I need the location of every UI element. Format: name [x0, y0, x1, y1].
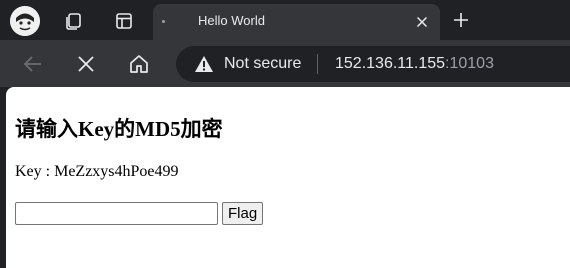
avatar-icon: [10, 6, 40, 36]
stop-button[interactable]: [72, 50, 100, 78]
security-status[interactable]: Not secure: [224, 55, 301, 73]
url-port: :10103: [445, 55, 494, 72]
address-bar[interactable]: Not secure 152.136.11.155:10103: [176, 46, 570, 82]
page-viewport: 请输入Key的MD5加密 Key : MeZzxys4hPoe499 Flag: [6, 87, 570, 268]
flag-button[interactable]: Flag: [222, 202, 264, 225]
warning-icon[interactable]: [194, 55, 214, 73]
page-heading: 请输入Key的MD5加密: [15, 117, 223, 141]
tab-actions-icon[interactable]: [110, 7, 138, 35]
key-text: Key : MeZzxys4hPoe499: [15, 163, 179, 180]
back-button[interactable]: [19, 50, 47, 78]
stop-close-icon: [78, 56, 94, 72]
loading-favicon-icon: [162, 20, 165, 23]
omnibox-divider: [317, 54, 318, 74]
url-text[interactable]: 152.136.11.155:10103: [335, 55, 494, 73]
browser-toolbar: Not secure 152.136.11.155:10103: [0, 40, 570, 87]
tab-strip: Hello World: [0, 0, 570, 40]
workspaces-icon[interactable]: [60, 7, 88, 35]
home-button[interactable]: [125, 50, 153, 78]
new-tab-icon[interactable]: [449, 8, 473, 32]
md5-input[interactable]: [15, 202, 218, 225]
tab-close-icon[interactable]: [412, 12, 432, 32]
tab-active[interactable]: Hello World: [153, 4, 440, 40]
profile-avatar[interactable]: [10, 6, 40, 36]
arrow-left-icon: [23, 56, 41, 72]
url-host: 152.136.11.155: [335, 55, 446, 72]
home-icon: [130, 55, 148, 73]
tab-title: Hello World: [198, 13, 265, 28]
